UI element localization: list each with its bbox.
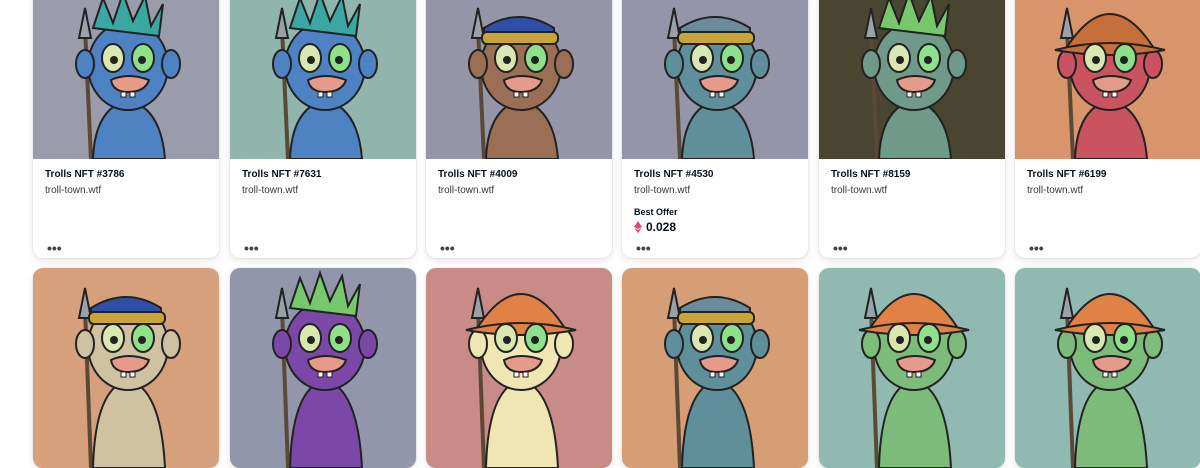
troll-illustration (819, 0, 1005, 159)
nft-collection[interactable]: troll-town.wtf (634, 185, 796, 196)
nft-image[interactable] (622, 0, 808, 159)
nft-image[interactable] (426, 268, 612, 468)
nft-card-info: Trolls NFT #8159 troll-town.wtf ••• (819, 159, 1005, 258)
troll-illustration (622, 268, 808, 468)
nft-image[interactable] (1015, 268, 1200, 468)
best-offer-label: Best Offer (634, 207, 678, 217)
nft-collection[interactable]: troll-town.wtf (438, 185, 600, 196)
nft-card-info: Trolls NFT #7631 troll-town.wtf ••• (230, 159, 416, 258)
nft-title[interactable]: Trolls NFT #7631 (242, 169, 404, 180)
nft-card[interactable] (622, 268, 808, 468)
more-options-button[interactable]: ••• (440, 241, 455, 255)
more-options-button[interactable]: ••• (244, 241, 259, 255)
nft-card-info: Trolls NFT #4530 troll-town.wtf Best Off… (622, 159, 808, 258)
nft-image[interactable] (33, 0, 219, 159)
nft-title[interactable]: Trolls NFT #3786 (45, 169, 207, 180)
nft-card[interactable]: Trolls NFT #4530 troll-town.wtf Best Off… (622, 0, 808, 258)
ethereum-icon (634, 221, 642, 233)
troll-illustration (426, 268, 612, 468)
nft-image[interactable] (1015, 0, 1200, 159)
nft-card[interactable]: Trolls NFT #3786 troll-town.wtf ••• (33, 0, 219, 258)
nft-image[interactable] (230, 0, 416, 159)
troll-illustration (426, 0, 612, 159)
nft-card[interactable]: Trolls NFT #7631 troll-town.wtf ••• (230, 0, 416, 258)
nft-card[interactable] (33, 268, 219, 468)
nft-title[interactable]: Trolls NFT #6199 (1027, 169, 1189, 180)
troll-illustration (1015, 0, 1200, 159)
troll-illustration (819, 268, 1005, 468)
nft-image[interactable] (819, 268, 1005, 468)
nft-card[interactable] (426, 268, 612, 468)
nft-card[interactable]: Trolls NFT #4009 troll-town.wtf ••• (426, 0, 612, 258)
nft-card[interactable] (1015, 268, 1200, 468)
nft-image[interactable] (426, 0, 612, 159)
nft-title[interactable]: Trolls NFT #4530 (634, 169, 796, 180)
more-options-button[interactable]: ••• (1029, 241, 1044, 255)
troll-illustration (230, 0, 416, 159)
nft-collection[interactable]: troll-town.wtf (1027, 185, 1189, 196)
nft-image[interactable] (230, 268, 416, 468)
nft-card[interactable]: Trolls NFT #8159 troll-town.wtf ••• (819, 0, 1005, 258)
nft-title[interactable]: Trolls NFT #8159 (831, 169, 993, 180)
nft-collection[interactable]: troll-town.wtf (242, 185, 404, 196)
nft-image[interactable] (819, 0, 1005, 159)
troll-illustration (622, 0, 808, 159)
nft-collection[interactable]: troll-town.wtf (45, 185, 207, 196)
nft-card[interactable]: Trolls NFT #6199 troll-town.wtf ••• (1015, 0, 1200, 258)
nft-title[interactable]: Trolls NFT #4009 (438, 169, 600, 180)
troll-illustration (33, 268, 219, 468)
price-value: 0.028 (646, 220, 677, 234)
price: 0.028 (634, 220, 796, 234)
troll-illustration (1015, 268, 1200, 468)
more-options-button[interactable]: ••• (636, 241, 651, 255)
nft-card[interactable] (819, 268, 1005, 468)
nft-card[interactable] (230, 268, 416, 468)
more-options-button[interactable]: ••• (833, 241, 848, 255)
nft-card-info: Trolls NFT #4009 troll-town.wtf ••• (426, 159, 612, 258)
more-options-button[interactable]: ••• (47, 241, 62, 255)
nft-card-info: Trolls NFT #6199 troll-town.wtf ••• (1015, 159, 1200, 258)
nft-card-info: Trolls NFT #3786 troll-town.wtf ••• (33, 159, 219, 258)
nft-image[interactable] (622, 268, 808, 468)
nft-image[interactable] (33, 268, 219, 468)
troll-illustration (230, 268, 416, 468)
nft-collection[interactable]: troll-town.wtf (831, 185, 993, 196)
troll-illustration (33, 0, 219, 159)
